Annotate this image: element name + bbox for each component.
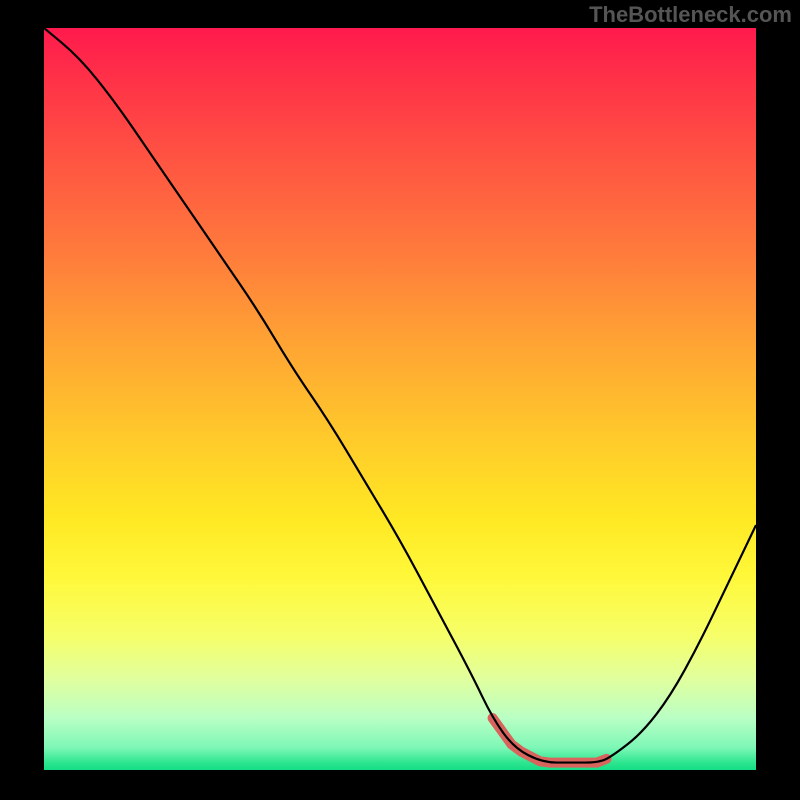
chart-svg: [44, 28, 756, 770]
watermark-text: TheBottleneck.com: [589, 2, 792, 28]
bottleneck-curve-line: [44, 28, 756, 763]
chart-plot-area: [44, 28, 756, 770]
